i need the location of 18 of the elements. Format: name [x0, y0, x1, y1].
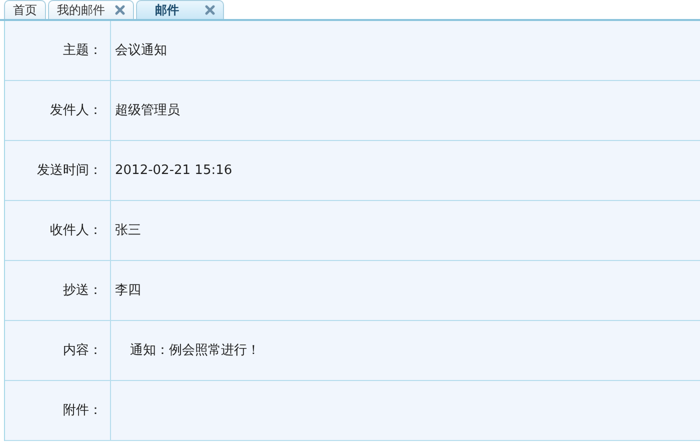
field-label: 附件： — [63, 402, 102, 420]
field-label: 发送时间： — [37, 162, 102, 180]
field-label: 内容： — [63, 342, 102, 360]
close-icon[interactable] — [205, 5, 215, 15]
field-value: 2012-02-21 15:16 — [115, 162, 232, 180]
field-label: 抄送： — [63, 282, 102, 300]
field-label: 发件人： — [50, 102, 102, 120]
field-value: 张三 — [115, 222, 141, 240]
field-value: 李四 — [115, 282, 141, 300]
tab[interactable]: 我的邮件 — [48, 0, 134, 19]
tab[interactable]: 首页 — [4, 0, 46, 19]
field-label: 收件人： — [50, 222, 102, 240]
field-label: 主题： — [63, 42, 102, 60]
field-value: 会议通知 — [115, 42, 167, 60]
message-body: 通知：例会照常进行！ — [130, 342, 260, 360]
field-value: 超级管理员 — [115, 102, 180, 120]
close-icon[interactable] — [115, 5, 125, 15]
tab[interactable]: 邮件 — [136, 0, 224, 19]
